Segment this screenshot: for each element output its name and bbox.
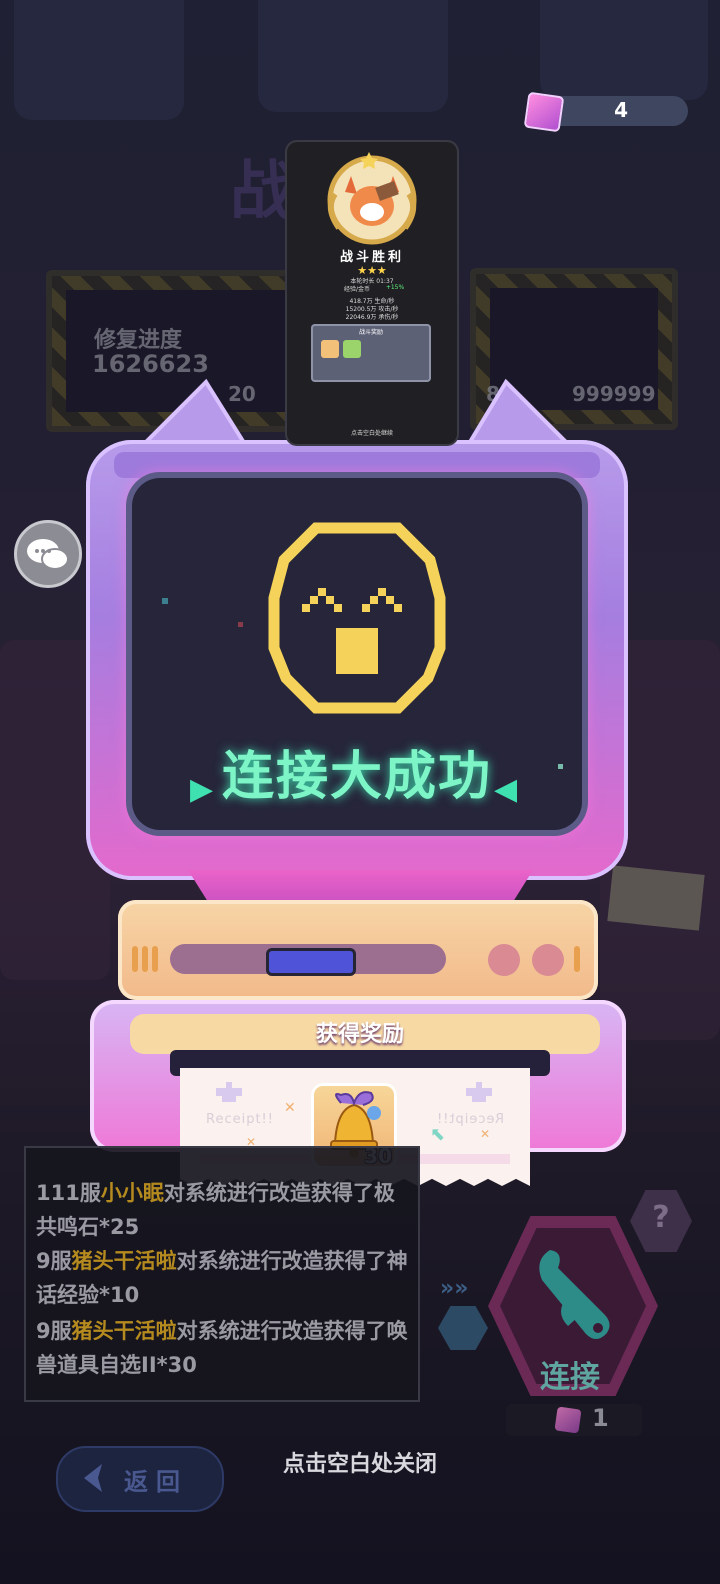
battle-card-footer: 点击空白处继续 (350, 430, 393, 437)
exp-bonus: +15% (385, 284, 405, 291)
log-player: 猪头干活啦 (71, 1319, 177, 1343)
disk-slot-light (266, 948, 356, 976)
knob (488, 944, 520, 976)
monitor-strip (114, 452, 600, 478)
connect-label: 连接 (540, 1360, 600, 1395)
help-label: ? (652, 1200, 670, 1235)
connect-cost-value: 1 (592, 1404, 609, 1432)
vent (142, 946, 148, 972)
close-hint[interactable]: 点击空白处关闭 (0, 1446, 720, 1478)
bg-panel (14, 0, 184, 120)
log-entry: 9服猪头干活啦对系统进行改造获得了唤兽道具自选II*30 (36, 1314, 408, 1382)
crystal-icon (554, 1406, 582, 1434)
bg-note (607, 865, 705, 931)
vent (132, 946, 138, 972)
vent (152, 946, 158, 972)
battle-result-card[interactable]: 战斗胜利 ★★★ 本轮时长 01:37 经验/金币 +15% 418.7万 生命… (287, 142, 457, 444)
log-entry: 111服小小眠对系统进行改造获得了极共鸣石*25 (36, 1176, 408, 1244)
battle-result-title: 战斗胜利 (339, 250, 404, 265)
reward-title: 获得奖励 (315, 1022, 404, 1047)
monitor-screen: ▶ ◀ 连接大成功 (132, 478, 582, 830)
monitor: ▶ ◀ 连接大成功 (86, 440, 628, 880)
battle-reward-header: 战斗奖励 (358, 329, 383, 336)
log-server: 111服 (36, 1181, 101, 1205)
log-entry: 9服猪头干活啦对系统进行改造获得了神话经验*10 (36, 1244, 408, 1312)
computer-base (118, 900, 598, 1000)
chevrons-icon: »» (440, 1276, 469, 1301)
reward-icon (343, 340, 361, 358)
battle-reward-box: 战斗奖励 (311, 324, 431, 382)
connect-success-title: 连接大成功 (221, 747, 492, 807)
crystal-icon (523, 91, 565, 133)
log-player: 猪头干活啦 (71, 1249, 177, 1273)
log-server: 9服 (36, 1319, 72, 1343)
chat-button[interactable] (14, 520, 82, 588)
currency-value: 4 (614, 98, 628, 122)
bg-panel (258, 0, 448, 112)
svg-text:✕: ✕ (284, 1100, 296, 1116)
cat-hero-portrait-icon (327, 152, 417, 245)
svg-text:⬉: ⬉ (430, 1124, 445, 1145)
log-server: 9服 (36, 1249, 72, 1273)
log-player: 小小眠 (100, 1181, 164, 1205)
reward-icon (321, 340, 339, 358)
broadcast-log: 111服小小眠对系统进行改造获得了极共鸣石*25 9服猪头干活啦对系统进行改造获… (24, 1146, 420, 1402)
stat-line: 22046.9万 承伤/秒 (345, 314, 399, 321)
knob (532, 944, 564, 976)
chat-icon (27, 539, 69, 570)
disk-slot (170, 944, 446, 976)
svg-text:✕: ✕ (480, 1127, 490, 1141)
connect-cost: 1 (506, 1404, 642, 1436)
bg-panel (540, 0, 708, 100)
wrench-icon (539, 1250, 610, 1339)
vent (574, 946, 580, 972)
